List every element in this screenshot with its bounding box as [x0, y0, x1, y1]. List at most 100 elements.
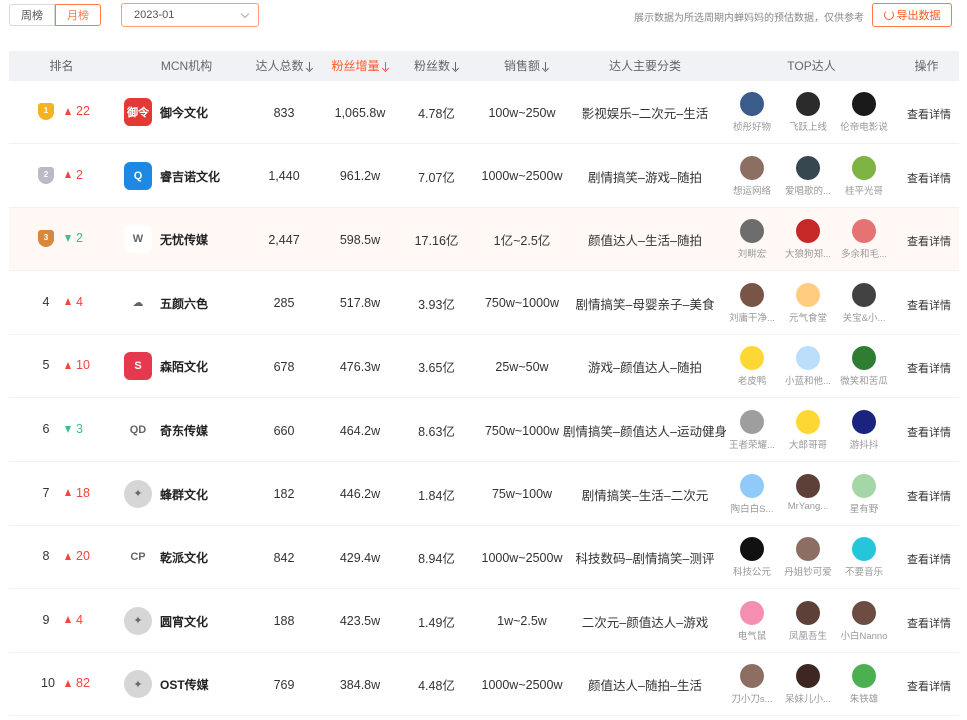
view-detail-link[interactable]: 查看详情 — [907, 615, 951, 631]
top-talent[interactable]: 多余和毛... — [835, 219, 893, 260]
view-detail-link[interactable]: 查看详情 — [907, 551, 951, 567]
table-row[interactable]: 8 20 CP 乾派文化 842 429.4w 8.94亿 1000w~2500… — [9, 526, 959, 590]
top-talent[interactable]: 大狼狗郑... — [779, 219, 837, 260]
rank-down-icon — [65, 234, 71, 242]
mcn-logo[interactable]: Q — [124, 161, 152, 190]
mcn-name[interactable]: 五颜六色 — [160, 295, 208, 312]
top-talent[interactable]: 大郎哥哥 — [779, 410, 837, 451]
mcn-logo[interactable]: ☁ — [124, 288, 152, 317]
table-row[interactable]: 3 2 W 无忧传媒 2,447 598.5w 17.16亿 1亿~2.5亿 颜… — [9, 208, 959, 272]
mcn-logo-text: W — [132, 233, 144, 246]
mcn-name[interactable]: 无忧传媒 — [160, 231, 208, 248]
top-talent[interactable]: 王者荣耀... — [723, 410, 781, 451]
mcn-logo[interactable]: ✦ — [124, 670, 152, 699]
top-talent[interactable]: 刘庸干净... — [723, 282, 781, 324]
top-talent[interactable]: 小蓝和他... — [779, 346, 837, 387]
top-talent[interactable]: 飞跃上线 — [779, 92, 837, 133]
top-talent[interactable]: 微笑和苦瓜 — [835, 346, 893, 387]
table-row[interactable]: 7 18 ✦ 蜂群文化 182 446.2w 1.84亿 75w~100w 剧情… — [9, 462, 959, 526]
rank-number: 4 — [42, 294, 50, 309]
top-talent[interactable]: 呆妹儿小... — [779, 664, 837, 705]
col-sales[interactable]: 销售额 — [484, 51, 569, 81]
view-detail-link[interactable]: 查看详情 — [907, 106, 951, 122]
mcn-name[interactable]: OST传媒 — [160, 676, 209, 693]
tab-monthly[interactable]: 月榜 — [55, 4, 101, 26]
mcn-name[interactable]: 御今文化 — [160, 104, 208, 121]
avatar — [852, 219, 876, 244]
table-row[interactable]: 4 4 ☁ 五颜六色 285 517.8w 3.93亿 750w~1000w 剧… — [9, 271, 959, 335]
mcn-logo[interactable]: QD — [124, 416, 152, 444]
mcn-name[interactable]: 乾派文化 — [160, 549, 208, 566]
mcn-logo[interactable]: ✦ — [124, 606, 152, 635]
talent-category: 颜值达人–生活–随拍 — [588, 234, 702, 249]
talent-name: 桢彤好物 — [732, 122, 771, 133]
top-talent[interactable]: 小白Nanno — [835, 600, 893, 642]
mcn-name[interactable]: 森陌文化 — [160, 358, 208, 375]
top-talent[interactable]: 朱铁雄 — [835, 664, 893, 705]
avatar — [796, 92, 820, 116]
table-row[interactable]: 5 10 S 森陌文化 678 476.3w 3.65亿 25w~50w 游戏–… — [9, 335, 959, 399]
table-row[interactable]: 6 3 QD 奇东传媒 660 464.2w 8.63亿 750w~1000w … — [9, 399, 959, 462]
top-talent[interactable]: 想运网络 — [723, 155, 781, 197]
avatar — [852, 92, 876, 116]
table-row[interactable]: 9 4 ✦ 圆宵文化 188 423.5w 1.49亿 1w~2.5w 二次元–… — [9, 589, 959, 653]
mcn-logo[interactable]: CP — [124, 543, 152, 572]
top-talent[interactable]: MrYang... — [779, 473, 837, 512]
top-talent[interactable]: 星有野 — [835, 473, 893, 515]
view-detail-link[interactable]: 查看详情 — [907, 678, 951, 694]
col-talent-total[interactable]: 达人总数 — [249, 51, 319, 81]
top-talent[interactable]: 刀小刀s... — [723, 664, 781, 705]
top-talent[interactable]: 凤凰吾生 — [779, 600, 837, 642]
mcn-logo[interactable]: S — [124, 352, 152, 381]
view-detail-link[interactable]: 查看详情 — [907, 424, 951, 440]
top-talent[interactable]: 刘畊宏 — [723, 219, 781, 260]
top-talent[interactable]: 电气鼠 — [723, 600, 781, 642]
mcn-logo[interactable]: W — [124, 225, 152, 254]
view-detail-link[interactable]: 查看详情 — [907, 360, 951, 376]
talent-total: 2,447 — [268, 232, 300, 247]
talent-name: 王者荣耀... — [729, 440, 775, 451]
rank-change: 18 — [65, 486, 90, 500]
table-row[interactable]: 2 2 Q 睿吉诺文化 1,440 961.2w 7.07亿 1000w~250… — [9, 144, 959, 208]
fans-count: 3.93亿 — [418, 297, 455, 312]
avatar — [796, 346, 820, 371]
view-detail-link[interactable]: 查看详情 — [907, 488, 951, 504]
top-talent[interactable]: 爱唱歌的... — [779, 155, 837, 197]
top-talent[interactable]: 游抖抖 — [835, 410, 893, 451]
col-fans[interactable]: 粉丝数 — [404, 51, 469, 81]
view-detail-link[interactable]: 查看详情 — [907, 297, 951, 313]
top-talent[interactable]: 伦帝电影说 — [835, 92, 893, 133]
mcn-name[interactable]: 圆宵文化 — [160, 613, 208, 630]
fan-increase: 384.8w — [339, 677, 381, 692]
top-talent[interactable]: 陶白白S... — [723, 473, 781, 515]
mcn-name[interactable]: 奇东传媒 — [160, 422, 208, 439]
top-talent[interactable]: 关宝&小... — [835, 282, 893, 324]
top-talent[interactable]: 丹姐钞可爱 — [779, 537, 837, 578]
col-fan-increase[interactable]: 粉丝增量 — [325, 51, 395, 81]
mcn-name[interactable]: 睿吉诺文化 — [160, 168, 220, 185]
tab-weekly[interactable]: 周榜 — [9, 4, 55, 26]
top-talent[interactable]: 桂平光哥 — [835, 155, 893, 197]
talent-name: 科技公元 — [732, 567, 771, 579]
mcn-logo[interactable]: 御令 — [124, 98, 152, 126]
talent-total: 660 — [273, 423, 295, 438]
table-row[interactable]: 10 82 ✦ OST传媒 769 384.8w 4.48亿 1000w~250… — [9, 653, 959, 717]
top-talent[interactable]: 老皮鸭 — [723, 346, 781, 387]
fans-count: 7.07亿 — [418, 170, 455, 185]
mcn-logo[interactable]: ✦ — [124, 479, 152, 508]
mcn-name[interactable]: 蜂群文化 — [160, 486, 208, 503]
top-talent[interactable]: 不要音乐 — [835, 537, 893, 578]
top-talent[interactable]: 元气食堂 — [779, 282, 837, 324]
table-row[interactable]: 1 22 御令 御今文化 833 1,065.8w 4.78亿 100w~250… — [9, 81, 959, 144]
month-select[interactable]: 2023-01 — [121, 3, 259, 27]
fans-count: 17.16亿 — [414, 234, 459, 249]
view-detail-link[interactable]: 查看详情 — [907, 170, 951, 186]
view-detail-link[interactable]: 查看详情 — [907, 233, 951, 249]
avatar — [740, 219, 764, 244]
export-button[interactable]: 导出数据 — [872, 3, 952, 27]
top-talent[interactable]: 桢彤好物 — [723, 92, 781, 133]
talent-total: 678 — [273, 359, 295, 374]
avatar — [796, 155, 820, 180]
col-fan-increase-label: 粉丝增量 — [331, 59, 380, 73]
top-talent[interactable]: 科技公元 — [723, 537, 781, 578]
